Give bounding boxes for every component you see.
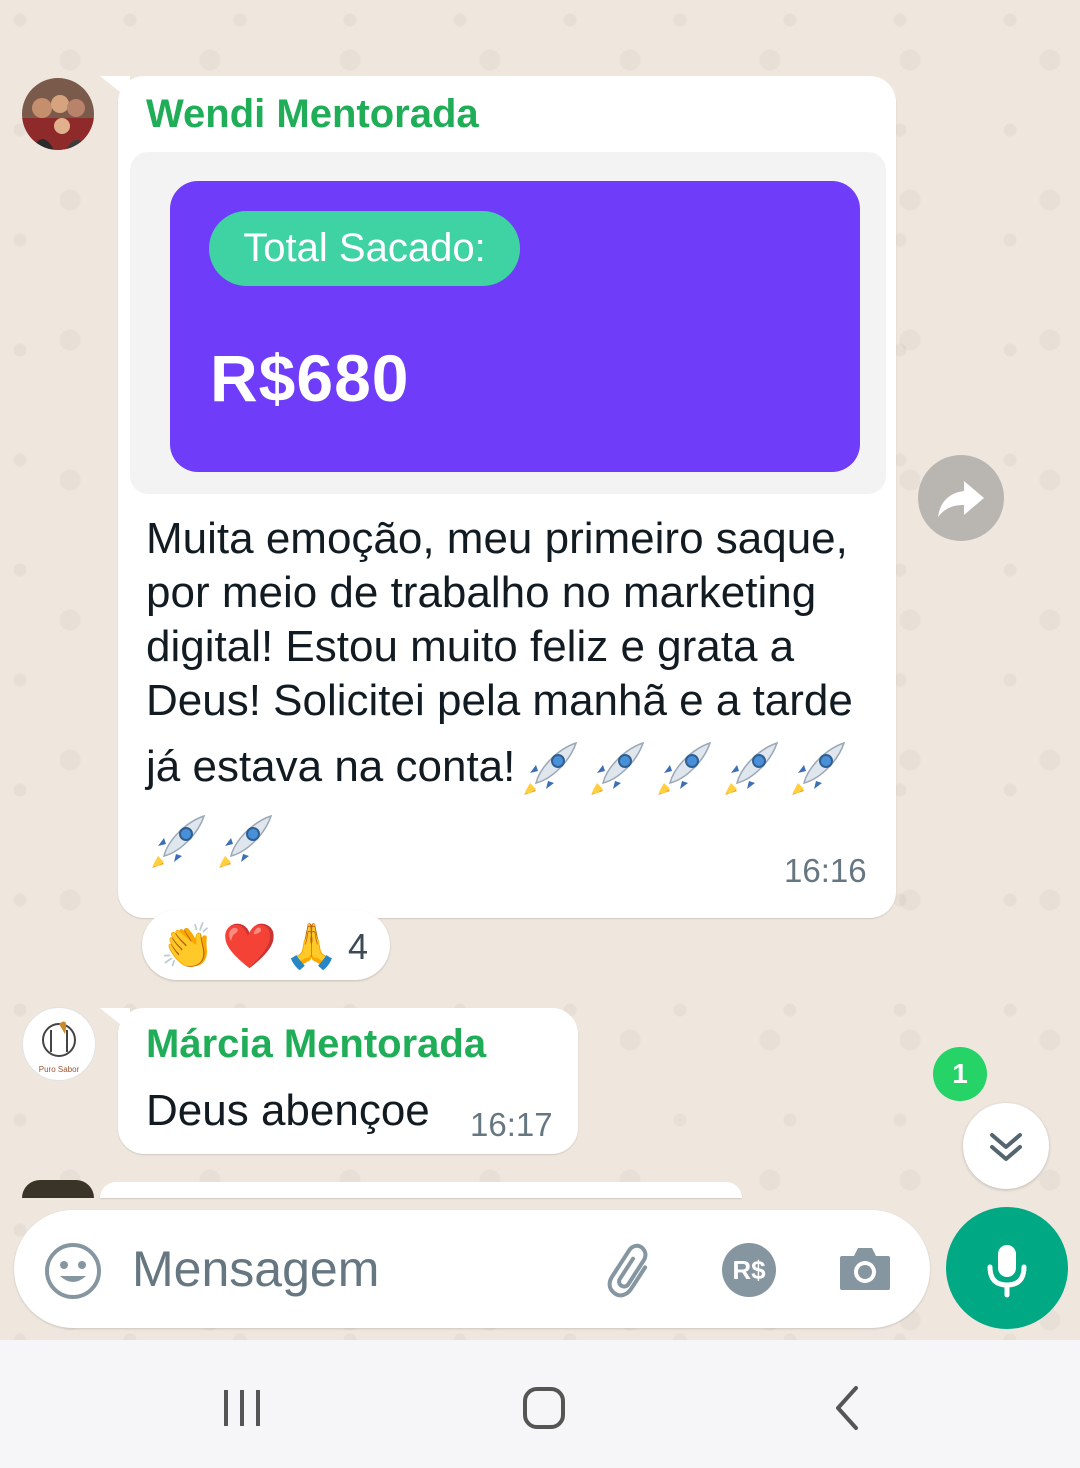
- message-line: Muita emoção, meu primeiro saque,: [146, 514, 848, 563]
- recent-apps-icon[interactable]: [220, 1386, 264, 1430]
- bubble-tail: [100, 1008, 130, 1032]
- rocket-emoji-row: [146, 810, 886, 880]
- total-label-pill: Total Sacado:: [209, 211, 520, 286]
- unread-count-badge: 1: [933, 1047, 987, 1101]
- message-line: Deus! Solicitei pela manhã e a tarde: [146, 676, 853, 725]
- paperclip-icon[interactable]: [600, 1240, 666, 1306]
- message-line: digital! Estou muito feliz e grata a: [146, 622, 795, 671]
- message-bubble-partial[interactable]: [100, 1182, 742, 1198]
- sender-name[interactable]: Wendi Mentorada: [146, 92, 479, 137]
- message-text: Muita emoção, meu primeiro saque, por me…: [146, 512, 886, 880]
- voice-message-button[interactable]: [946, 1207, 1068, 1329]
- message-time: 16:17: [470, 1106, 553, 1143]
- puro-sabor-logo: Puro Sabor: [39, 1021, 80, 1074]
- reactions-pill[interactable]: 👏 ❤️ 🙏 4: [142, 910, 390, 980]
- forward-icon: [938, 481, 984, 517]
- sender-avatar-partial[interactable]: [22, 1180, 94, 1198]
- camera-icon[interactable]: [836, 1242, 894, 1296]
- message-line: já estava na conta!: [146, 742, 516, 791]
- rocket-emoji-icon: [524, 742, 578, 796]
- rocket-emoji-row: [515, 742, 850, 796]
- rocket-emoji-icon: [152, 814, 206, 868]
- rocket-emoji-icon: [725, 742, 779, 796]
- sender-avatar-wendi[interactable]: [22, 78, 94, 150]
- rocket-emoji-icon: [219, 814, 273, 868]
- withdrawal-amount: R$680: [210, 341, 410, 415]
- currency-icon[interactable]: R$: [722, 1243, 776, 1297]
- forward-button[interactable]: [918, 455, 1004, 541]
- svg-text:Puro Sabor: Puro Sabor: [39, 1065, 80, 1074]
- mic-icon: [987, 1245, 1027, 1298]
- reaction-clap-icon: 👏: [160, 922, 215, 971]
- message-line: por meio de trabalho no marketing: [146, 568, 817, 617]
- rocket-emoji-icon: [658, 742, 712, 796]
- rocket-emoji-icon: [591, 742, 645, 796]
- home-icon[interactable]: [520, 1384, 568, 1432]
- chevron-double-down-icon: [990, 1133, 1022, 1161]
- bubble-tail: [100, 76, 130, 100]
- reaction-pray-icon: 🙏: [284, 922, 339, 971]
- back-icon[interactable]: [830, 1384, 864, 1432]
- message-input[interactable]: Mensagem: [132, 1240, 379, 1298]
- message-text: Deus abençoe: [146, 1086, 430, 1135]
- emoji-icon[interactable]: [42, 1240, 104, 1302]
- scroll-to-bottom-button[interactable]: [963, 1103, 1049, 1189]
- sender-avatar-marcia[interactable]: Puro Sabor: [22, 1007, 96, 1081]
- reaction-count: 4: [348, 926, 369, 967]
- sender-name[interactable]: Márcia Mentorada: [146, 1022, 486, 1067]
- reaction-heart-icon: ❤️: [222, 922, 277, 971]
- rocket-emoji-icon: [792, 742, 846, 796]
- message-time: 16:16: [784, 852, 867, 889]
